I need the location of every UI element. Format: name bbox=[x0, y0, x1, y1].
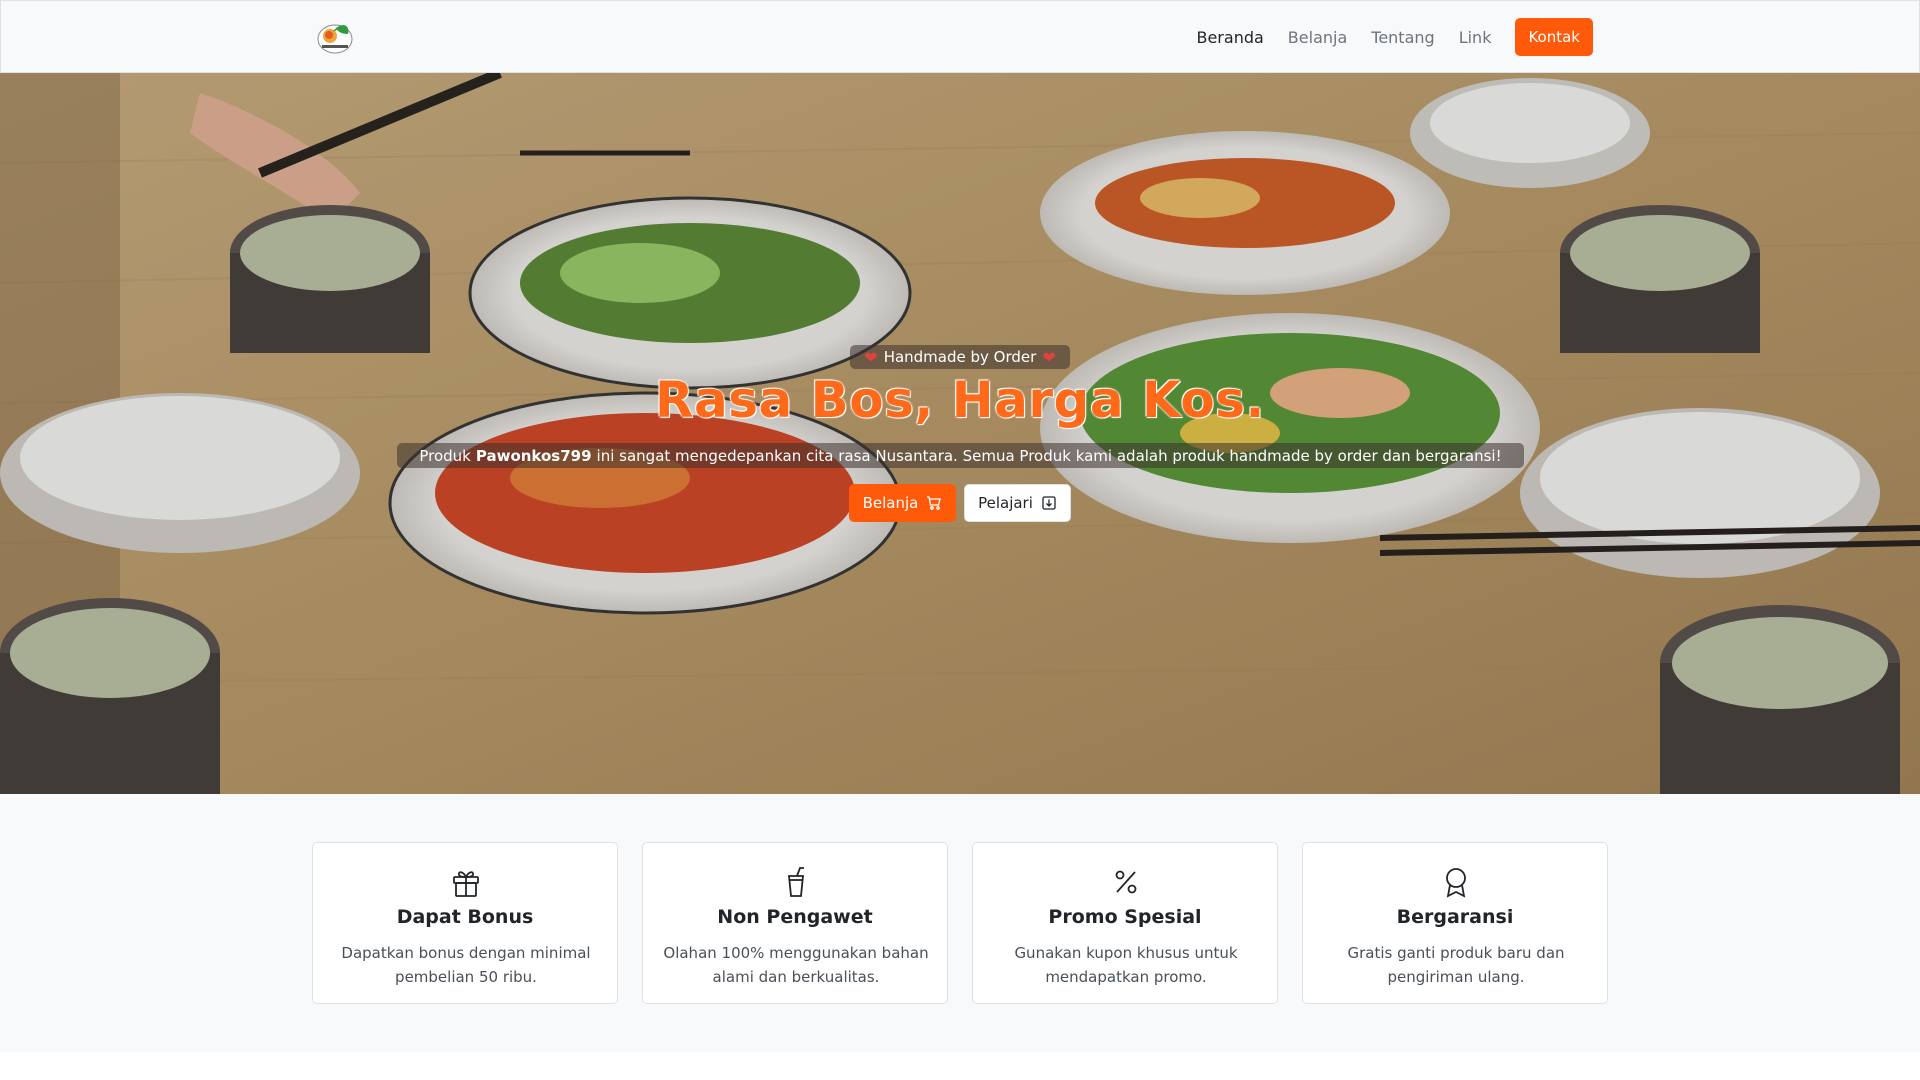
handmade-badge: ❤ Handmade by Order ❤ bbox=[850, 345, 1070, 369]
feature-card-promo: Promo Spesial Gunakan kupon khusus untuk… bbox=[972, 842, 1278, 1004]
feature-card-bergaransi: Bergaransi Gratis ganti produk baru dan … bbox=[1302, 842, 1608, 1004]
nav-link-tentang[interactable]: Tentang bbox=[1371, 28, 1434, 47]
feature-text: Dapatkan bonus dengan minimal pembelian … bbox=[341, 944, 591, 986]
feature-card-bonus: Dapat Bonus Dapatkan bonus dengan minima… bbox=[312, 842, 618, 1004]
feature-text: Olahan 100% menggunakan bahan alami dan … bbox=[663, 944, 929, 986]
feature-card-non-pengawet: Non Pengawet Olahan 100% menggunakan bah… bbox=[642, 842, 948, 1004]
nav-links: Beranda Belanja Tentang Link Kontak bbox=[1172, 18, 1593, 56]
hero-desc-brand: Pawonkos799 bbox=[475, 446, 592, 465]
hero-content: ❤ Handmade by Order ❤ Rasa Bos, Harga Ko… bbox=[0, 73, 1920, 794]
hero-title: Rasa Bos, Harga Kos. bbox=[655, 371, 1265, 429]
award-icon bbox=[1446, 868, 1466, 898]
kontak-button[interactable]: Kontak bbox=[1515, 18, 1593, 56]
nav-link-beranda[interactable]: Beranda bbox=[1196, 28, 1263, 47]
navbar: Beranda Belanja Tentang Link Kontak bbox=[0, 0, 1920, 73]
percent-icon bbox=[1115, 870, 1137, 894]
gift-icon bbox=[453, 871, 479, 897]
hero-description: Produk Pawonkos799 ini sangat mengedepan… bbox=[397, 443, 1524, 468]
belanja-button-label: Belanja bbox=[862, 494, 919, 512]
nav-link-belanja[interactable]: Belanja bbox=[1288, 28, 1347, 47]
badge-text: Handmade by Order bbox=[883, 348, 1037, 366]
hero-section: ❤ Handmade by Order ❤ Rasa Bos, Harga Ko… bbox=[0, 73, 1920, 794]
feature-title: Non Pengawet bbox=[717, 906, 873, 928]
heart-icon: ❤ bbox=[864, 347, 878, 367]
feature-title: Promo Spesial bbox=[1048, 906, 1202, 928]
brand-logo[interactable] bbox=[314, 18, 356, 56]
feature-title: Bergaransi bbox=[1396, 906, 1514, 928]
feature-text: Gratis ganti produk baru dan pengiriman … bbox=[1347, 944, 1565, 986]
cart-icon bbox=[927, 496, 942, 510]
hero-buttons: Belanja Pelajari bbox=[849, 484, 1071, 522]
belanja-button[interactable]: Belanja bbox=[849, 484, 956, 522]
heart-icon: ❤ bbox=[1042, 347, 1056, 367]
pelajari-button-label: Pelajari bbox=[978, 494, 1033, 512]
download-square-icon bbox=[1042, 496, 1056, 510]
cup-icon bbox=[788, 867, 804, 897]
hero-desc-text: ini sangat mengedepankan cita rasa Nusan… bbox=[596, 446, 1502, 465]
nav-link-link[interactable]: Link bbox=[1459, 28, 1492, 47]
feature-text: Gunakan kupon khusus untuk mendapatkan p… bbox=[1014, 944, 1238, 986]
pelajari-button[interactable]: Pelajari bbox=[964, 484, 1071, 522]
hero-desc-prefix: Produk bbox=[419, 446, 471, 465]
features-section: Dapat Bonus Dapatkan bonus dengan minima… bbox=[0, 794, 1920, 1052]
feature-title: Dapat Bonus bbox=[396, 906, 534, 928]
